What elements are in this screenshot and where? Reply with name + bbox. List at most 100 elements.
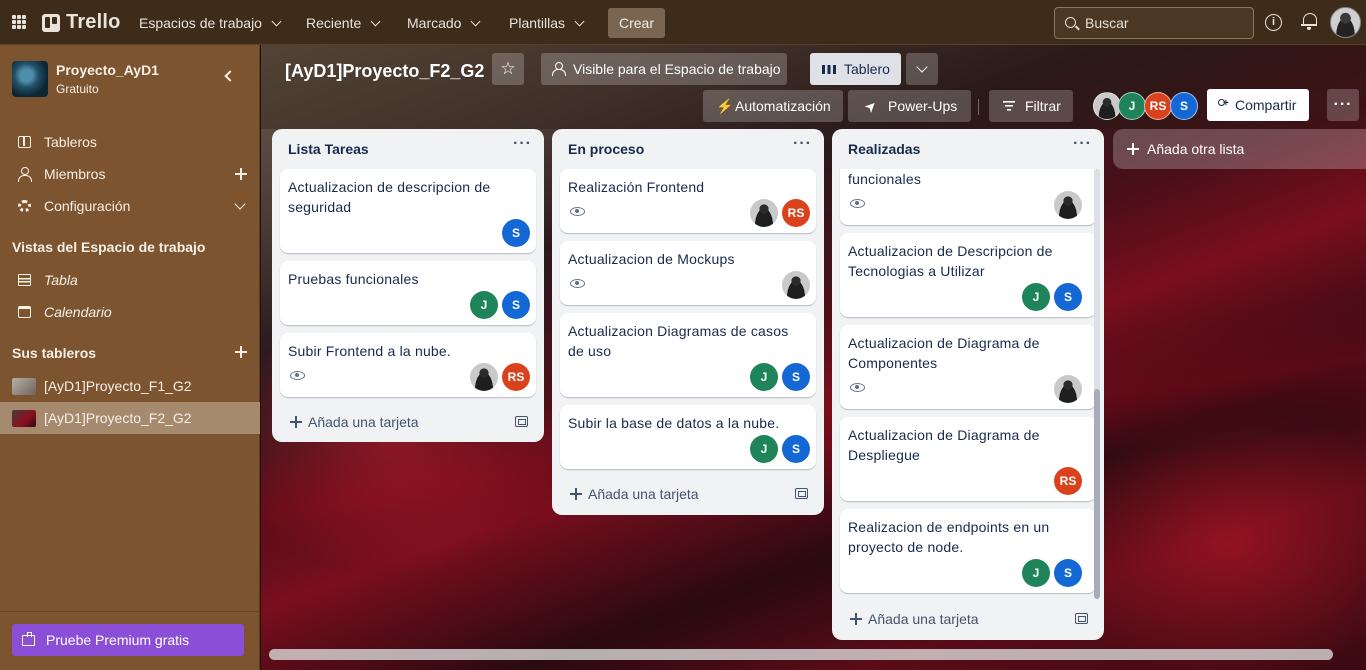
star-board-button[interactable]: ☆: [492, 53, 524, 85]
rocket-icon: ➤: [860, 96, 881, 116]
card-member-avatar[interactable]: RS: [782, 199, 810, 227]
power-ups-label: Power-Ups: [888, 98, 958, 114]
workspace-name[interactable]: Proyecto_AyD1: [56, 62, 159, 78]
card-member-avatar[interactable]: [1054, 191, 1082, 219]
watch-eye-icon: [570, 279, 585, 288]
card-member-avatar[interactable]: S: [782, 435, 810, 463]
watch-eye-icon: [850, 383, 865, 392]
card-member-avatar[interactable]: RS: [1054, 467, 1082, 495]
card-member-avatar[interactable]: J: [470, 291, 498, 319]
workspace-plan: Gratuito: [56, 82, 99, 96]
sidebar-item-table-view[interactable]: Tabla: [0, 264, 260, 296]
nav-workspaces-menu[interactable]: Espacios de trabajo: [133, 8, 286, 38]
search-input[interactable]: Buscar: [1054, 7, 1254, 39]
list-title[interactable]: Lista Tareas: [288, 141, 369, 157]
premium-trial-button[interactable]: Pruebe Premium gratis: [12, 624, 244, 656]
power-ups-button[interactable]: ➤ Power-Ups: [848, 90, 971, 122]
card-title: Actualizacion de Diagrama de Despliegue: [848, 427, 1040, 463]
sidebar-item-settings[interactable]: Configuración: [0, 190, 260, 222]
share-button[interactable]: Compartir: [1207, 89, 1309, 121]
user-icon: [18, 167, 32, 182]
card[interactable]: Actualizacion Diagramas de casos de uso …: [560, 313, 816, 397]
app-switcher-icon[interactable]: [12, 15, 26, 29]
nav-recent-menu[interactable]: Reciente: [300, 8, 385, 38]
board-member-avatar[interactable]: [1093, 92, 1121, 120]
card[interactable]: Subir Frontend a la nube. RS: [280, 333, 536, 397]
add-list-button[interactable]: Añada otra lista: [1113, 129, 1366, 169]
add-card-button[interactable]: Añada una tarjeta: [290, 414, 419, 430]
card-template-icon[interactable]: [795, 488, 808, 499]
board-member-avatar[interactable]: S: [1170, 92, 1198, 120]
card-member-avatar[interactable]: [750, 199, 778, 227]
card-member-avatar[interactable]: RS: [502, 363, 530, 391]
card-member-avatar[interactable]: S: [782, 363, 810, 391]
card-title: Pruebas funcionales: [288, 271, 419, 287]
card[interactable]: Realización Frontend RS: [560, 169, 816, 233]
add-card-button[interactable]: Añada una tarjeta: [850, 611, 979, 627]
list-menu-icon[interactable]: ···: [1073, 135, 1092, 153]
card-member-avatar[interactable]: S: [502, 219, 530, 247]
card[interactable]: Actualizacion de Descripcion de Tecnolog…: [840, 233, 1096, 317]
sidebar-item-label: Miembros: [44, 166, 106, 182]
board-member-avatar[interactable]: J: [1118, 92, 1146, 120]
card[interactable]: Actualizacion de Mockups: [560, 241, 816, 305]
add-card-button[interactable]: Añada una tarjeta: [570, 486, 699, 502]
card-member-avatar[interactable]: S: [1054, 559, 1082, 587]
card[interactable]: funcionales: [840, 169, 1096, 225]
boards-heading: Sus tableros: [12, 345, 97, 361]
sidebar-item-boards[interactable]: Tableros: [0, 126, 260, 158]
board-title[interactable]: [AyD1]Proyecto_F2_G2: [285, 61, 484, 82]
card-member-avatar[interactable]: J: [1022, 283, 1050, 311]
card-template-icon[interactable]: [1075, 613, 1088, 624]
board-member-avatar[interactable]: RS: [1144, 92, 1172, 120]
list-title[interactable]: En proceso: [568, 141, 644, 157]
add-board-plus-icon[interactable]: [235, 346, 247, 358]
list-menu-icon[interactable]: ···: [793, 135, 812, 153]
visibility-button[interactable]: Visible para el Espacio de trabajo: [541, 53, 787, 85]
trello-logo[interactable]: Trello: [42, 11, 121, 34]
card-member-avatar[interactable]: [1054, 375, 1082, 403]
card[interactable]: Realizacion de endpoints en un proyecto …: [840, 509, 1096, 593]
nav-starred-menu[interactable]: Marcado: [401, 8, 485, 38]
card-member-avatar[interactable]: S: [1054, 283, 1082, 311]
create-button[interactable]: Crear: [608, 8, 665, 38]
watch-eye-icon: [290, 371, 305, 380]
card-member-avatar[interactable]: [782, 271, 810, 299]
board-view-button[interactable]: Tablero: [810, 53, 901, 85]
list-menu-icon[interactable]: ···: [513, 135, 532, 153]
automation-label: Automatización: [735, 98, 831, 114]
view-switcher-button[interactable]: [906, 53, 938, 85]
list-cards-scroll-area[interactable]: funcionales Actualizacion de Descripcion…: [832, 169, 1104, 599]
list-title[interactable]: Realizadas: [848, 141, 920, 157]
sidebar-item-calendar-view[interactable]: Calendario: [0, 296, 260, 328]
lightning-icon: ⚡: [716, 98, 734, 114]
card-member-avatar[interactable]: J: [750, 435, 778, 463]
card[interactable]: Pruebas funcionales J S: [280, 261, 536, 325]
account-avatar[interactable]: [1330, 7, 1361, 38]
card-member-avatar[interactable]: J: [750, 363, 778, 391]
list-scrollbar-thumb[interactable]: [1094, 389, 1100, 599]
add-member-plus-icon[interactable]: [235, 168, 247, 180]
card-member-avatar[interactable]: [470, 363, 498, 391]
card[interactable]: Actualizacion de Diagrama de Componentes: [840, 325, 1096, 409]
nav-label: Marcado: [407, 15, 462, 31]
sidebar-board-f1[interactable]: [AyD1]Proyecto_F1_G2: [0, 370, 260, 402]
chevron-down-icon: [271, 16, 282, 26]
card-member-avatar[interactable]: S: [502, 291, 530, 319]
filter-button[interactable]: Filtrar: [989, 90, 1073, 122]
notifications-bell-icon[interactable]: [1301, 13, 1317, 30]
sidebar-item-members[interactable]: Miembros: [0, 158, 260, 190]
board-menu-button[interactable]: ···: [1327, 89, 1359, 121]
info-icon[interactable]: i: [1265, 14, 1282, 31]
board-canvas: [AyD1]Proyecto_F2_G2 ☆ Visible para el E…: [261, 45, 1366, 670]
collapse-sidebar-icon[interactable]: [224, 70, 236, 82]
automation-button[interactable]: ⚡ Automatización: [703, 90, 843, 122]
card[interactable]: Actualizacion de descripcion de segurida…: [280, 169, 536, 253]
sidebar-board-f2[interactable]: [AyD1]Proyecto_F2_G2: [0, 402, 260, 434]
nav-templates-menu[interactable]: Plantillas: [503, 8, 589, 38]
card-member-avatar[interactable]: J: [1022, 559, 1050, 587]
board-horizontal-scrollbar-thumb[interactable]: [269, 649, 1333, 660]
card[interactable]: Actualizacion de Diagrama de Despliegue …: [840, 417, 1096, 501]
card[interactable]: Subir la base de datos a la nube. J S: [560, 405, 816, 469]
card-template-icon[interactable]: [515, 416, 528, 427]
